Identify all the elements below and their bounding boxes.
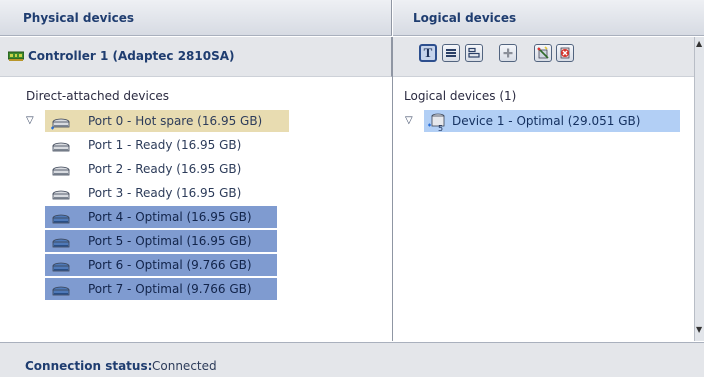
logical-devices-header: Logical devices: [393, 0, 704, 36]
physical-devices-title: Physical devices: [23, 11, 134, 25]
direct-attached-label: Direct-attached devices: [26, 89, 170, 103]
delete-logical-device-icon[interactable]: [556, 44, 574, 62]
controller-card-icon: [8, 51, 24, 61]
port-row-4[interactable]: Port 4 - Optimal (16.95 GB): [45, 206, 277, 228]
port-row-7[interactable]: Port 7 - Optimal (9.766 GB): [45, 278, 277, 300]
port-row-6[interactable]: Port 6 - Optimal (9.766 GB): [45, 254, 277, 276]
port-row-1[interactable]: Port 1 - Ready (16.95 GB): [45, 134, 273, 156]
controller-bar: Controller 1 (Adaptec 2810SA): [0, 37, 392, 77]
port-label: Port 4 - Optimal (16.95 GB): [88, 210, 252, 224]
physical-devices-pane: Direct-attached devices ▽ Port 0 - Hot s…: [0, 77, 392, 341]
expand-triangle-icon[interactable]: ▽: [26, 115, 34, 126]
raid-level-badge: 5: [438, 124, 444, 133]
connection-status-label: Connection status:: [25, 359, 153, 373]
create-logical-device-icon[interactable]: [534, 44, 552, 62]
list-view-icon[interactable]: [442, 44, 460, 62]
connection-status-value: Connected: [152, 359, 217, 373]
logical-device-label: Device 1 - Optimal (29.051 GB): [452, 114, 641, 128]
port-label: Port 7 - Optimal (9.766 GB): [88, 282, 252, 296]
scroll-down-icon[interactable]: ▼: [696, 325, 702, 334]
port-label: Port 5 - Optimal (16.95 GB): [88, 234, 252, 248]
port-row-0[interactable]: Port 0 - Hot spare (16.95 GB): [45, 110, 289, 132]
text-view-icon[interactable]: T: [419, 44, 437, 62]
logical-devices-pane: Logical devices (1) ▽ 5 Device 1 - Optima…: [393, 77, 694, 341]
port-row-3[interactable]: Port 3 - Ready (16.95 GB): [45, 182, 273, 204]
logical-devices-title: Logical devices: [413, 11, 517, 25]
logical-toolbar: T: [393, 37, 694, 77]
port-label: Port 0 - Hot spare (16.95 GB): [88, 114, 263, 128]
scroll-up-icon[interactable]: ▲: [696, 39, 702, 48]
port-label: Port 1 - Ready (16.95 GB): [88, 138, 242, 152]
port-label: Port 3 - Ready (16.95 GB): [88, 186, 242, 200]
port-label: Port 2 - Ready (16.95 GB): [88, 162, 242, 176]
controller-label[interactable]: Controller 1 (Adaptec 2810SA): [28, 49, 235, 63]
port-row-5[interactable]: Port 5 - Optimal (16.95 GB): [45, 230, 277, 252]
logical-device-row-0[interactable]: 5 Device 1 - Optimal (29.051 GB): [424, 110, 680, 133]
status-bar: Connection status: Connected: [0, 342, 704, 377]
physical-devices-header: Physical devices: [0, 0, 392, 36]
logical-drive-icon: [428, 113, 446, 136]
port-row-2[interactable]: Port 2 - Ready (16.95 GB): [45, 158, 273, 180]
logical-expand-triangle-icon[interactable]: ▽: [405, 115, 413, 126]
hard-disk-icon: [51, 283, 71, 305]
logical-devices-count-label: Logical devices (1): [404, 89, 517, 103]
port-label: Port 6 - Optimal (9.766 GB): [88, 258, 252, 272]
add-icon[interactable]: [499, 44, 517, 62]
detail-view-icon[interactable]: [465, 44, 483, 62]
vertical-scrollbar[interactable]: ▲ ▼: [694, 37, 704, 341]
